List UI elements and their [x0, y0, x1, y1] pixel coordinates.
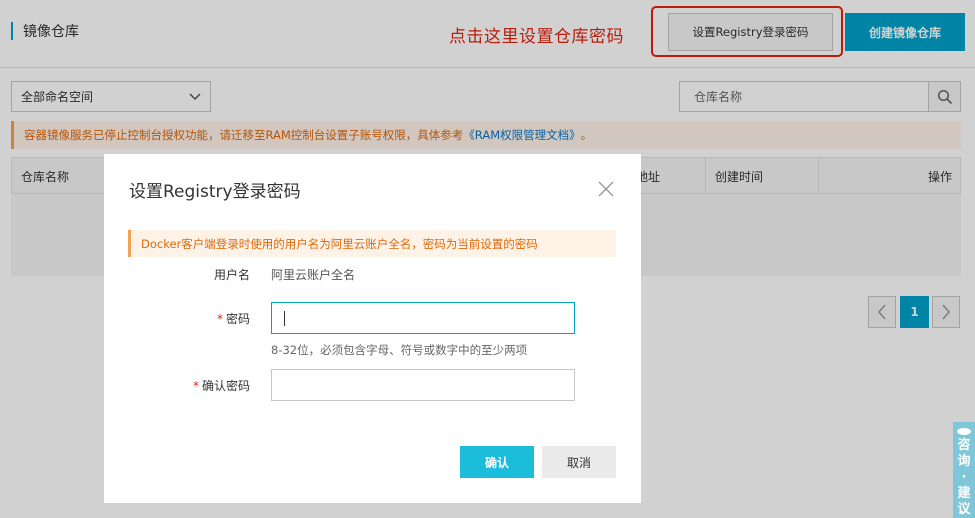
required-mark: *: [192, 379, 199, 393]
password-label: 密码: [225, 312, 250, 326]
console-page: 镜像仓库 点击这里设置仓库密码 设置Registry登录密码 创建镜像仓库 全部…: [0, 0, 975, 518]
confirm-password-field[interactable]: [271, 369, 575, 401]
consult-feedback-widget[interactable]: 咨 询 · 建 议: [953, 422, 975, 518]
password-field[interactable]: [271, 302, 575, 334]
widget-char: 询: [957, 454, 971, 469]
close-icon[interactable]: [597, 180, 615, 198]
widget-char: ·: [961, 470, 967, 485]
dialog-title: 设置Registry登录密码: [129, 182, 301, 202]
dialog-tip: Docker客户端登录时使用的用户名为阿里云账户全名，密码为当前设置的密码: [128, 230, 616, 257]
widget-char: 建: [957, 486, 971, 501]
username-label: 用户名: [213, 268, 250, 282]
required-mark: *: [216, 312, 223, 326]
chat-bubble-icon: [957, 428, 971, 435]
password-label-row: * 密码: [160, 310, 250, 327]
widget-char: 咨: [957, 438, 971, 453]
confirm-password-label-row: * 确认密码: [160, 377, 250, 394]
text-caret: [284, 311, 285, 326]
widget-char: 议: [957, 502, 971, 517]
confirm-button[interactable]: 确认: [460, 446, 534, 478]
cancel-button[interactable]: 取消: [542, 446, 616, 478]
confirm-password-label: 确认密码: [201, 379, 250, 393]
username-value: 阿里云账户全名: [271, 268, 356, 282]
password-hint: 8-32位，必须包含字母、符号或数字中的至少两项: [271, 343, 528, 357]
registry-password-dialog: 设置Registry登录密码 Docker客户端登录时使用的用户名为阿里云账户全…: [104, 154, 641, 503]
